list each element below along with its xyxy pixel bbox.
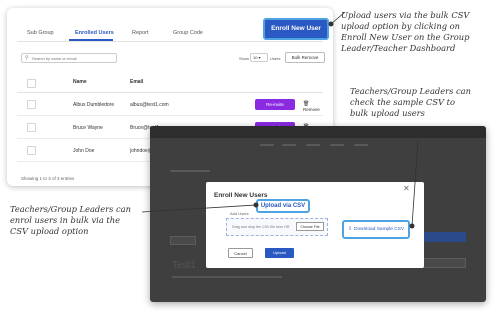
- user-name: John Doe: [73, 148, 95, 154]
- upload-via-csv-tab[interactable]: Upload via CSV: [256, 199, 310, 213]
- user-email: albus@test1.com: [130, 102, 169, 108]
- nav-item[interactable]: [282, 144, 296, 146]
- tabs-divider: [17, 41, 323, 42]
- tab-enrolled-users[interactable]: Enrolled Users: [75, 30, 114, 36]
- download-sample-label: Download Sample CSV: [354, 227, 405, 232]
- annotation-line: CSV upload option: [10, 226, 89, 236]
- nav-item[interactable]: [354, 144, 368, 146]
- annotation-line: Leader/Teacher Dashboard: [341, 43, 456, 53]
- annotation-line: upload option by clicking on: [341, 21, 461, 31]
- column-name-header: Name: [73, 79, 87, 85]
- choose-file-button[interactable]: Choose File: [296, 222, 324, 231]
- dashboard-left-button[interactable]: [170, 236, 196, 245]
- tab-report[interactable]: Report: [132, 30, 149, 36]
- enroll-new-user-button[interactable]: Enroll New User: [263, 18, 329, 40]
- nav-item[interactable]: [330, 144, 344, 146]
- page-size-value: 10: [253, 55, 258, 60]
- reinvite-button[interactable]: Re-invite: [255, 99, 295, 110]
- annotation-line: Upload users via the bulk CSV: [341, 10, 470, 20]
- annotation-line: Teachers/Group Leaders can: [350, 86, 471, 96]
- download-icon: ⇩: [347, 226, 353, 232]
- table-row: Albus Dumbledore albus@test1.com Re-invi…: [17, 94, 323, 116]
- tab-sub-group[interactable]: Sub Group: [27, 30, 54, 36]
- chevron-down-icon: ▾: [258, 55, 261, 60]
- search-input[interactable]: [32, 54, 112, 62]
- add-users-label: Add Users: [230, 211, 249, 216]
- annotation-enroll: Upload users via the bulk CSV upload opt…: [341, 10, 469, 54]
- row-checkbox[interactable]: [27, 146, 36, 155]
- column-email-header: Email: [130, 79, 144, 85]
- table-header: Name Email: [17, 75, 323, 93]
- remove-button[interactable]: 🗑Remove: [303, 101, 323, 112]
- dropzone-text: Drag and drop the CSV file here OR: [232, 225, 290, 229]
- remove-label: Remove: [303, 107, 320, 112]
- close-icon[interactable]: ✕: [403, 184, 410, 193]
- page-subtitle: [172, 276, 282, 278]
- search-icon: ⚲: [25, 55, 29, 61]
- download-sample-csv-button[interactable]: ⇩ Download Sample CSV: [342, 220, 410, 239]
- nav-item[interactable]: [306, 144, 320, 146]
- tab-group-code[interactable]: Group Code: [173, 30, 203, 36]
- user-name: Bruce Wayne: [73, 125, 103, 131]
- user-name: Albus Dumbledore: [73, 102, 115, 108]
- modal-title: Enroll New Users: [214, 192, 268, 199]
- section-heading: [170, 170, 210, 172]
- cancel-button[interactable]: Cancel: [228, 248, 253, 258]
- page-title: Test1: [172, 260, 196, 271]
- annotation-csv-upload: Teachers/Group Leaders can enrol users i…: [10, 204, 131, 237]
- select-all-checkbox[interactable]: [27, 79, 36, 88]
- page-size-select[interactable]: 10 ▾: [250, 53, 268, 62]
- entries-summary: Showing 1 to 3 of 3 entries: [21, 176, 75, 181]
- search-box: ⚲: [21, 53, 117, 63]
- top-bar: [150, 126, 486, 138]
- bulk-remove-button[interactable]: Bulk Remove: [285, 52, 325, 63]
- annotation-line: check the sample CSV to: [350, 97, 456, 107]
- show-label: Show: [239, 56, 250, 61]
- annotation-line: bulk upload users: [350, 108, 425, 118]
- row-checkbox[interactable]: [27, 100, 36, 109]
- annotation-line: Teachers/Group Leaders can: [10, 204, 131, 214]
- annotation-line: enrol users in bulk via the: [10, 215, 120, 225]
- upload-button[interactable]: Upload: [265, 248, 294, 258]
- nav-item[interactable]: [260, 144, 274, 146]
- annotation-line: Enroll New User on the Group: [341, 32, 470, 42]
- row-checkbox[interactable]: [27, 123, 36, 132]
- users-label: Users: [270, 56, 281, 61]
- annotation-sample-csv: Teachers/Group Leaders can check the sam…: [350, 86, 471, 119]
